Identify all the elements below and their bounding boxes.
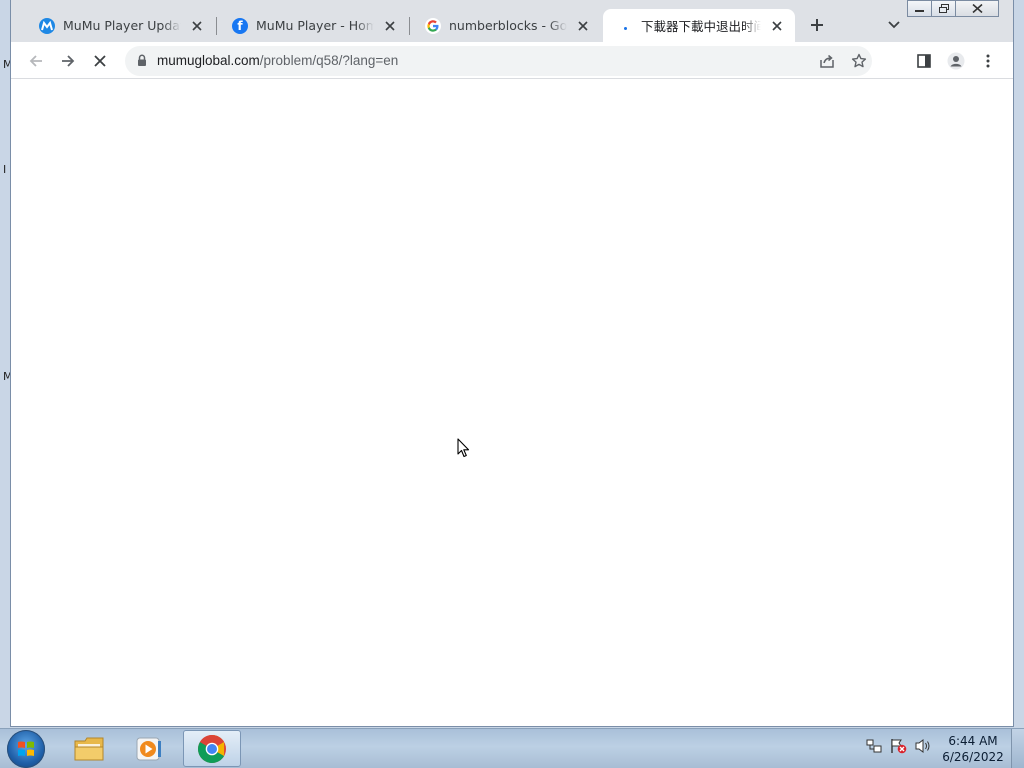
folder-icon	[74, 737, 104, 760]
taskbar-explorer[interactable]	[60, 730, 118, 767]
tab-mumu-facebook[interactable]: f MuMu Player - Home | Facebook	[218, 9, 408, 42]
flag-alert-icon	[891, 739, 907, 754]
tab-mumu-update-notes[interactable]: MuMu Player Update Notes	[25, 9, 215, 42]
side-panel-icon	[917, 54, 931, 68]
tab-strip: MuMu Player Update Notes f MuMu Player -…	[11, 0, 1013, 42]
speaker-icon	[915, 739, 930, 753]
start-button[interactable]	[7, 730, 45, 768]
stop-loading-button[interactable]	[87, 48, 113, 74]
restore-button[interactable]	[931, 0, 956, 17]
url-host: mumuglobal.com	[157, 53, 260, 68]
close-icon[interactable]	[575, 18, 591, 34]
tab-title: MuMu Player Update Notes	[63, 18, 181, 33]
close-icon[interactable]	[382, 18, 398, 34]
google-icon	[425, 17, 441, 34]
taskbar: 6:44 AM 6/26/2022	[0, 728, 1024, 768]
forward-button[interactable]	[55, 48, 81, 74]
chrome-icon	[198, 734, 226, 763]
close-icon[interactable]	[189, 18, 205, 34]
address-bar[interactable]: mumuglobal.com/problem/q58/?lang=en	[125, 46, 872, 76]
tray-action-center[interactable]	[866, 738, 882, 754]
tray-volume[interactable]	[914, 738, 932, 754]
tab-separator	[216, 17, 217, 35]
minimize-icon	[915, 9, 924, 12]
taskbar-clock[interactable]: 6:44 AM 6/26/2022	[940, 733, 1006, 765]
browser-menu-button[interactable]	[975, 48, 1001, 74]
kebab-menu-icon	[986, 54, 990, 68]
chevron-down-icon	[888, 21, 900, 29]
windows-logo-icon	[18, 741, 34, 756]
minimize-button[interactable]	[907, 0, 932, 17]
tab-google-search[interactable]: numberblocks - Google Search	[411, 9, 601, 42]
plus-icon	[811, 19, 823, 31]
clock-time: 6:44 AM	[948, 734, 998, 748]
page-content-area[interactable]	[11, 79, 1013, 726]
arrow-right-icon	[62, 55, 75, 67]
url-path: /problem/q58/?lang=en	[259, 53, 399, 68]
tab-search-button[interactable]	[883, 14, 905, 36]
close-icon	[971, 4, 983, 13]
tab-title: 下載器下載中退出时间等	[641, 16, 761, 35]
side-panel-button[interactable]	[911, 48, 937, 74]
window-close-button[interactable]	[955, 0, 999, 17]
profile-button[interactable]	[943, 48, 969, 74]
restore-icon	[938, 4, 949, 13]
browser-toolbar: mumuglobal.com/problem/q58/?lang=en	[11, 42, 1013, 79]
new-tab-button[interactable]	[806, 14, 828, 36]
mouse-cursor-icon	[457, 438, 470, 458]
tab-active-download-page[interactable]: 下載器下載中退出时间等	[603, 9, 795, 42]
window-caption-buttons	[907, 0, 999, 17]
desktop-icon-label-fragment: I	[3, 163, 7, 176]
show-desktop-button[interactable]	[1011, 729, 1024, 768]
avatar-icon	[947, 52, 965, 70]
mumu-logo-icon	[39, 17, 55, 34]
arrow-left-icon	[29, 55, 42, 67]
clock-date: 6/26/2022	[942, 750, 1004, 764]
media-player-icon	[136, 737, 161, 760]
tray-flag[interactable]	[890, 738, 908, 754]
bookmark-star-icon[interactable]	[851, 53, 867, 69]
close-icon[interactable]	[769, 18, 785, 34]
network-icon	[866, 739, 882, 753]
lock-icon[interactable]	[137, 54, 147, 67]
tab-separator	[409, 17, 410, 35]
facebook-icon: f	[232, 17, 248, 34]
taskbar-chrome[interactable]	[183, 730, 241, 767]
address-url[interactable]: mumuglobal.com/problem/q58/?lang=en	[157, 53, 398, 68]
browser-window: MuMu Player Update Notes f MuMu Player -…	[10, 0, 1014, 727]
tab-title: MuMu Player - Home | Facebook	[256, 18, 374, 33]
tab-title: numberblocks - Google Search	[449, 18, 567, 33]
share-icon[interactable]	[819, 53, 835, 69]
taskbar-media-player[interactable]	[120, 730, 178, 767]
back-button[interactable]	[23, 48, 49, 74]
loading-icon	[617, 18, 633, 34]
close-icon	[94, 55, 106, 67]
